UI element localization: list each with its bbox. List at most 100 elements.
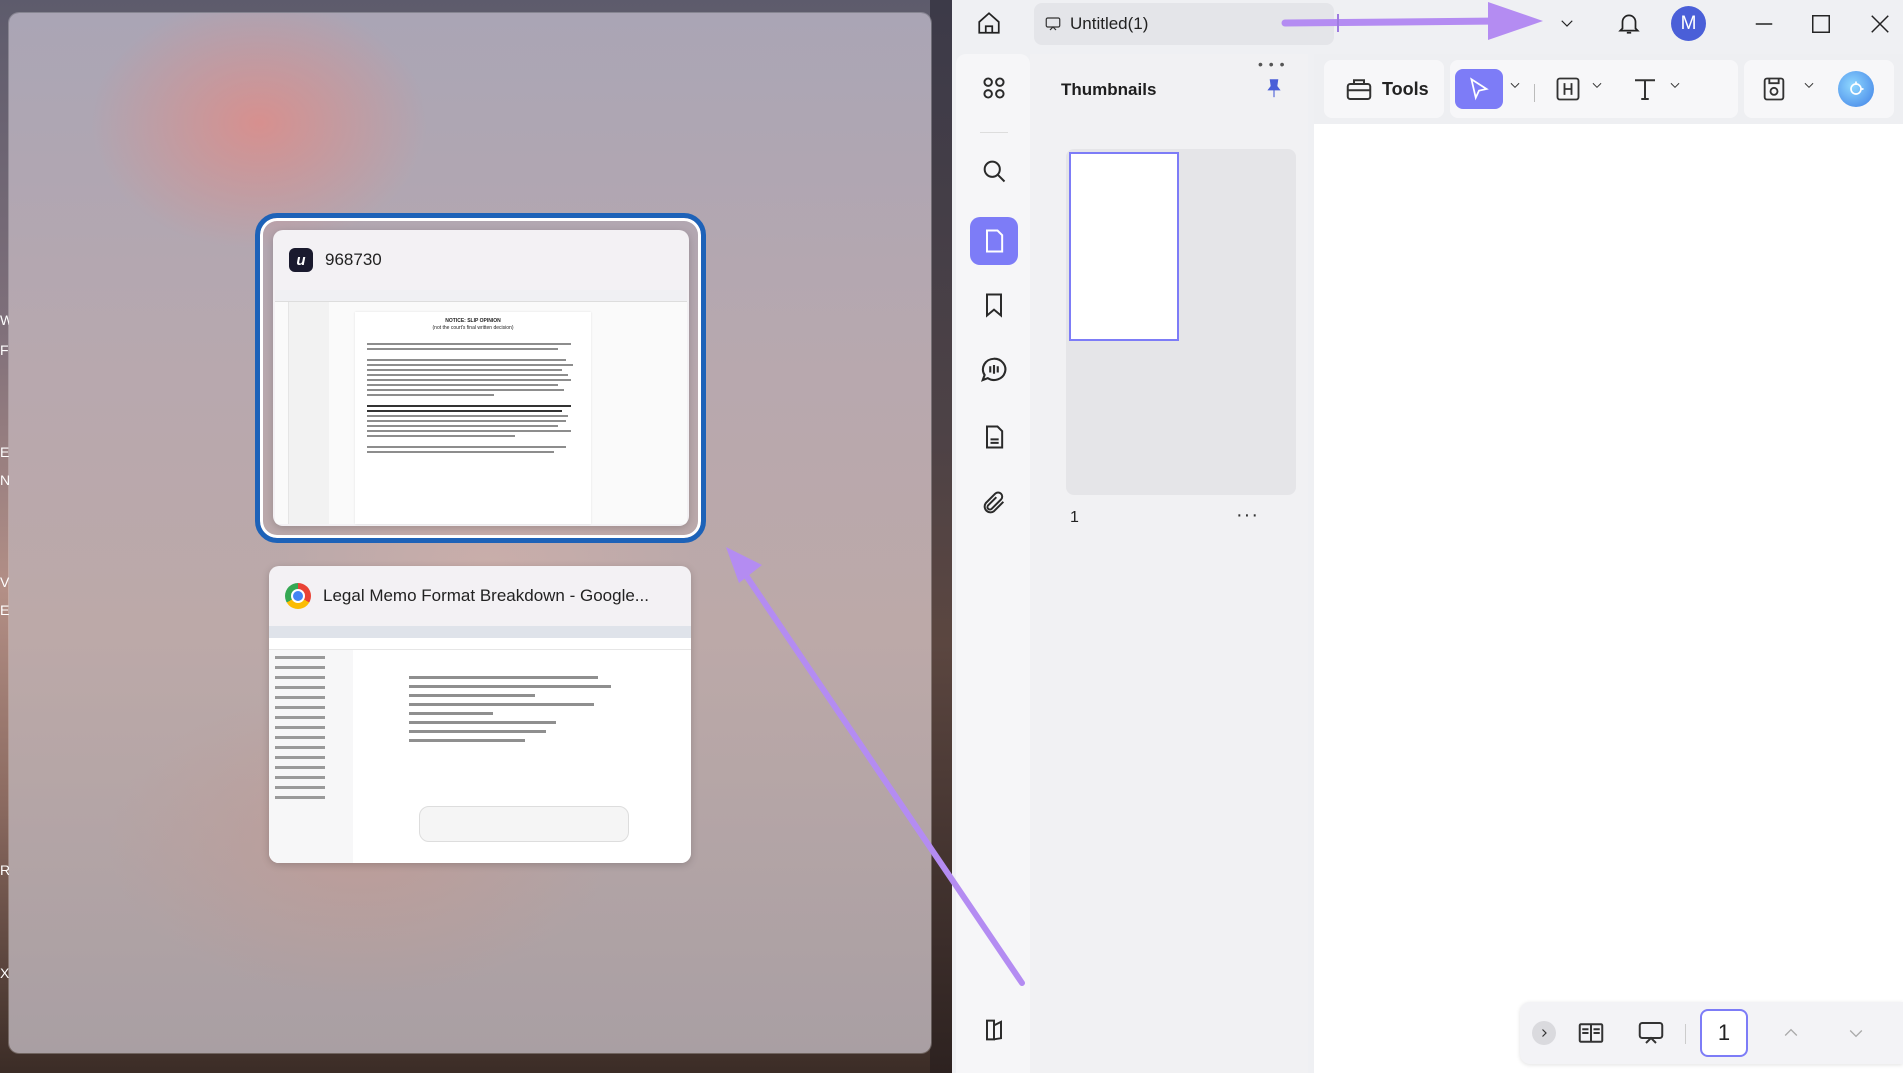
maximize-button[interactable] bbox=[1805, 8, 1837, 40]
search-button[interactable] bbox=[970, 147, 1018, 195]
bookmarks-button[interactable] bbox=[970, 281, 1018, 329]
save-button[interactable] bbox=[1754, 69, 1794, 109]
heading-tool-dropdown[interactable] bbox=[1590, 78, 1604, 97]
bottom-bar-divider bbox=[1685, 1024, 1686, 1044]
cursor-arrow-icon bbox=[1470, 77, 1489, 101]
grid-icon bbox=[983, 77, 1005, 99]
slideshow-button[interactable] bbox=[1630, 1012, 1672, 1054]
chevron-down-icon bbox=[1592, 82, 1602, 88]
minimize-icon bbox=[1755, 23, 1773, 25]
paperclip-icon bbox=[983, 491, 1005, 514]
close-icon bbox=[1871, 15, 1889, 33]
main-toolbar: Tools bbox=[1314, 54, 1903, 124]
select-tool-dropdown[interactable] bbox=[1508, 78, 1522, 97]
title-bar: Untitled(1) M bbox=[952, 0, 1903, 48]
save-icon bbox=[1763, 77, 1785, 101]
bookmark-icon bbox=[986, 293, 1002, 318]
attachments-pages-button[interactable] bbox=[970, 413, 1018, 461]
layers-icon bbox=[986, 1019, 1002, 1041]
save-ai-group bbox=[1744, 60, 1894, 118]
text-tool-button[interactable] bbox=[1625, 69, 1665, 109]
desktop-icon-label: X bbox=[0, 965, 10, 981]
close-button[interactable] bbox=[1864, 8, 1896, 40]
notifications-button[interactable] bbox=[1612, 6, 1646, 40]
comment-icon bbox=[980, 357, 1007, 382]
rail-divider bbox=[980, 132, 1008, 133]
expand-bottom-bar-button[interactable] bbox=[1532, 1021, 1556, 1045]
panel-title: Thumbnails bbox=[1061, 80, 1157, 99]
snap-window-updf[interactable]: u 968730 NOTICE: SLIP OPINION (not the c… bbox=[273, 230, 689, 526]
ai-assistant-button[interactable] bbox=[1836, 69, 1876, 109]
home-button[interactable] bbox=[972, 6, 1006, 40]
left-sidebar-rail bbox=[956, 54, 1030, 1073]
layers-button[interactable] bbox=[970, 1006, 1018, 1054]
attachment-button[interactable] bbox=[970, 479, 1018, 527]
organize-pages-button[interactable] bbox=[970, 64, 1018, 112]
thumbnails-panel: • • • Thumbnails 1 ··· bbox=[1030, 54, 1308, 1073]
document-list-icon bbox=[986, 425, 1004, 449]
save-dropdown[interactable] bbox=[1802, 78, 1816, 97]
desktop-icon-label: E bbox=[0, 444, 10, 460]
updf-icon: u bbox=[289, 248, 313, 272]
window-preview: NOTICE: SLIP OPINION (not the court's fi… bbox=[275, 290, 687, 524]
chevron-down-icon bbox=[1561, 20, 1573, 27]
text-tool-dropdown[interactable] bbox=[1668, 78, 1682, 97]
thumbnails-button[interactable] bbox=[970, 217, 1018, 265]
bottom-navigation-bar: 1 bbox=[1520, 1002, 1903, 1064]
pin-panel-button[interactable] bbox=[1260, 74, 1288, 102]
user-avatar[interactable]: M bbox=[1671, 6, 1706, 41]
document-tab[interactable]: Untitled(1) bbox=[1034, 3, 1334, 45]
heading-icon bbox=[1556, 77, 1580, 101]
chevron-down-icon bbox=[1849, 1030, 1863, 1038]
book-layout-icon bbox=[1578, 1023, 1604, 1043]
minimize-button[interactable] bbox=[1748, 8, 1780, 40]
chevron-down-icon bbox=[1670, 82, 1680, 88]
presentation-icon bbox=[1638, 1022, 1664, 1044]
home-icon bbox=[978, 12, 1000, 34]
page-layout-button[interactable] bbox=[1570, 1012, 1612, 1054]
page-icon bbox=[986, 229, 1004, 253]
comments-button[interactable] bbox=[970, 346, 1018, 394]
document-tab-title: Untitled(1) bbox=[1070, 14, 1149, 33]
maximize-icon bbox=[1812, 15, 1830, 33]
edit-tools-group bbox=[1450, 60, 1738, 118]
snap-window-title-row: Legal Memo Format Breakdown - Google... bbox=[269, 566, 691, 626]
desktop-icon-label: E bbox=[0, 602, 10, 618]
page-number-input[interactable]: 1 bbox=[1700, 1009, 1748, 1057]
snap-window-title: 968730 bbox=[325, 250, 382, 269]
text-icon bbox=[1635, 79, 1655, 100]
ai-assistant-icon bbox=[1838, 71, 1874, 107]
updf-window: Untitled(1) M • • • Thumbnails 1 ··· Too… bbox=[952, 0, 1903, 1073]
thumbnail-more-button[interactable]: ··· bbox=[1236, 504, 1259, 527]
page-thumbnail[interactable] bbox=[1069, 152, 1179, 341]
thumbnail-page-number: 1 bbox=[1070, 509, 1079, 526]
desktop-icon-label: V bbox=[0, 574, 10, 590]
chevron-down-icon bbox=[1510, 82, 1520, 88]
next-page-button[interactable] bbox=[1835, 1012, 1877, 1054]
tools-label: Tools bbox=[1382, 78, 1429, 99]
window-preview bbox=[269, 626, 691, 863]
bell-icon bbox=[1618, 14, 1640, 34]
document-canvas[interactable] bbox=[1314, 124, 1903, 1073]
chevron-up-icon bbox=[1784, 1028, 1798, 1036]
presentation-icon bbox=[1045, 17, 1061, 31]
toolbar-divider bbox=[1534, 84, 1535, 102]
snap-window-title: Legal Memo Format Breakdown - Google... bbox=[323, 586, 649, 605]
tabs-dropdown-button[interactable] bbox=[1552, 8, 1582, 38]
search-icon bbox=[983, 160, 1006, 183]
panel-drag-handle[interactable]: • • • bbox=[1258, 56, 1285, 72]
preview-document: NOTICE: SLIP OPINION (not the court's fi… bbox=[355, 312, 591, 524]
preview-subheading: (not the court's final written decision) bbox=[432, 325, 514, 331]
snap-window-title-row: u 968730 bbox=[273, 230, 689, 290]
previous-page-button[interactable] bbox=[1770, 1012, 1812, 1054]
snap-window-chrome[interactable]: Legal Memo Format Breakdown - Google... bbox=[269, 566, 691, 863]
pin-icon bbox=[1267, 79, 1281, 98]
snap-assist-panel: u 968730 NOTICE: SLIP OPINION (not the c… bbox=[9, 13, 931, 1053]
tools-button[interactable]: Tools bbox=[1334, 68, 1439, 110]
heading-tool-button[interactable] bbox=[1548, 69, 1588, 109]
chevron-right-icon bbox=[1542, 1029, 1547, 1037]
chevron-down-icon bbox=[1804, 82, 1814, 88]
select-tool-button[interactable] bbox=[1455, 69, 1503, 109]
preview-heading: NOTICE: SLIP OPINION bbox=[445, 318, 501, 324]
chrome-icon bbox=[285, 583, 311, 609]
